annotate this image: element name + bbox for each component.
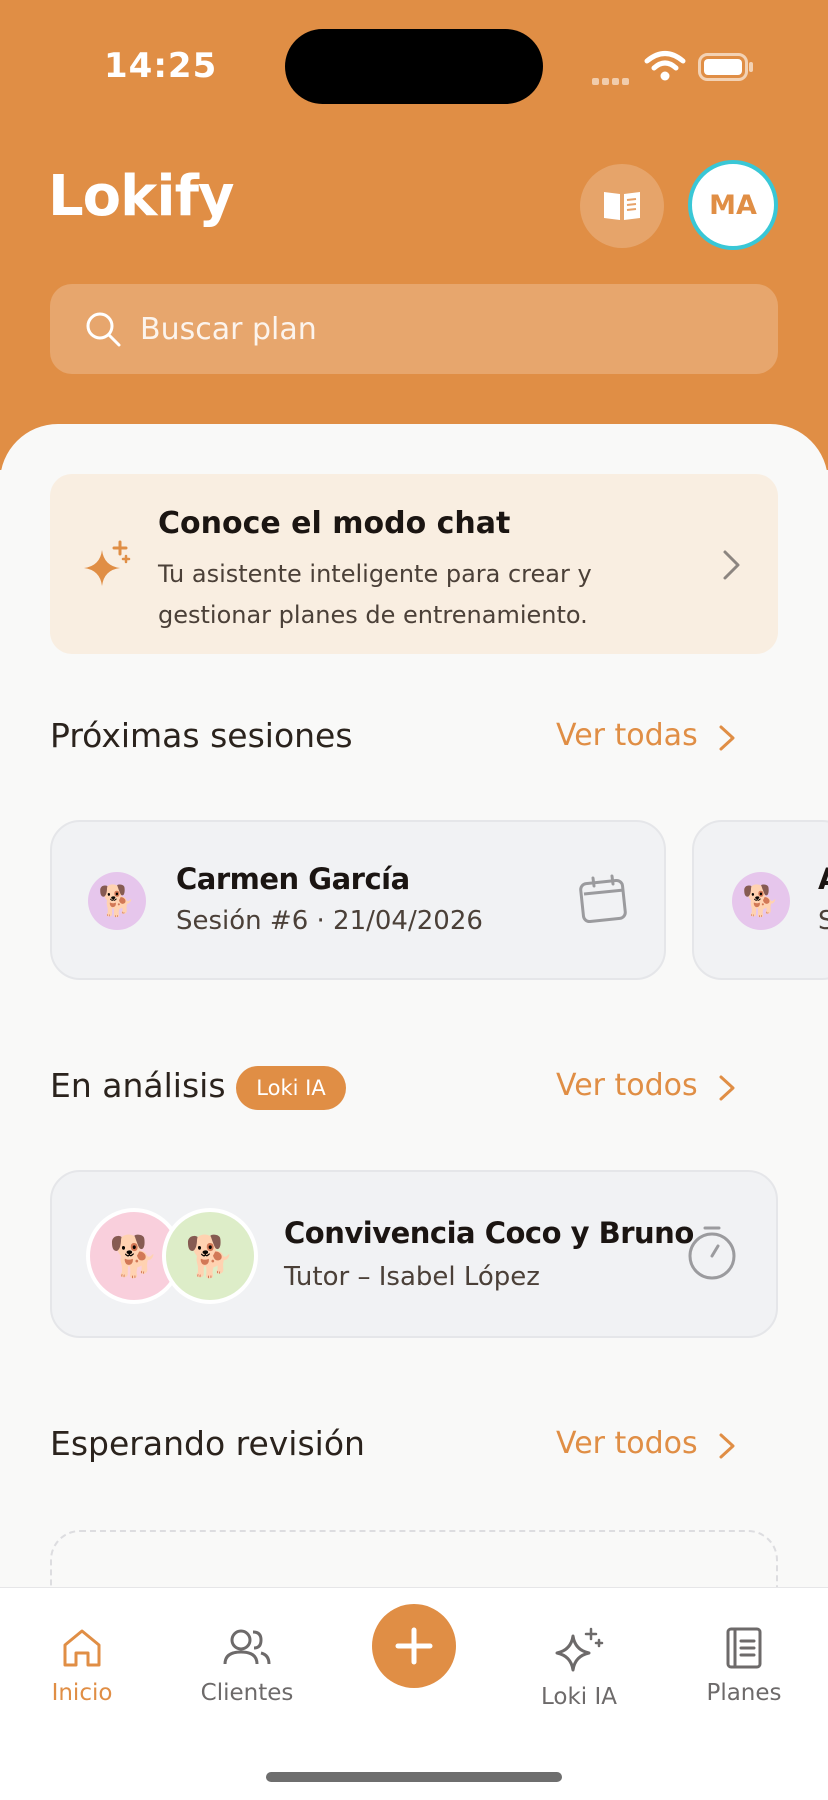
promo-title: Conoce el modo chat <box>158 506 511 541</box>
tab-planes[interactable]: Planes <box>669 1626 819 1706</box>
profile-avatar[interactable]: MA <box>688 160 778 250</box>
dog-icon: 🐕 <box>98 883 136 919</box>
see-all-analysis-link[interactable]: Ver todos <box>556 1068 698 1103</box>
tab-clientes[interactable]: Clientes <box>172 1626 322 1706</box>
chat-mode-promo-card[interactable]: Conoce el modo chat Tu asistente intelig… <box>50 474 778 654</box>
wifi-icon <box>644 51 686 81</box>
dog-icon: 🐕 <box>109 1233 159 1280</box>
search-placeholder: Buscar plan <box>140 312 317 347</box>
session-detail: Sesión #6 · 21/04/2026 <box>176 906 483 936</box>
session-card[interactable]: 🐕 A S <box>692 820 828 980</box>
chevron-right-icon[interactable] <box>714 722 740 754</box>
session-detail: S <box>818 906 828 936</box>
cellular-signal-icon <box>592 70 632 89</box>
pet-avatar: 🐕 <box>88 872 146 930</box>
dog-icon: 🐕 <box>742 883 780 919</box>
app-logo: Lokify <box>48 164 234 229</box>
see-all-review-link[interactable]: Ver todos <box>556 1426 698 1461</box>
analysis-card[interactable]: 🐕 🐕 Convivencia Coco y Bruno Tutor – Isa… <box>50 1170 778 1338</box>
add-button[interactable] <box>372 1604 456 1688</box>
status-time: 14:25 <box>104 46 218 86</box>
session-client-name: A <box>818 862 828 896</box>
battery-icon <box>698 53 753 81</box>
status-bar: 14:25 <box>0 0 828 130</box>
sparkles-icon <box>84 540 131 586</box>
plus-icon <box>395 1627 433 1665</box>
tab-label: Clientes <box>200 1680 294 1706</box>
pet-avatar: 🐕 <box>732 872 790 930</box>
calendar-icon <box>579 874 627 923</box>
awaiting-review-title: Esperando revisión <box>50 1424 365 1463</box>
loki-ia-badge: Loki IA <box>236 1066 346 1110</box>
analysis-title: En análisis <box>50 1066 226 1105</box>
header: 14:25 Lokify MA Buscar plan <box>0 0 828 470</box>
pet-avatar: 🐕 <box>162 1208 258 1304</box>
chevron-right-icon[interactable] <box>714 1072 740 1104</box>
tab-inicio[interactable]: Inicio <box>7 1626 157 1706</box>
analysis-plan-name: Convivencia Coco y Bruno <box>284 1216 694 1250</box>
tab-bar: Inicio Clientes Loki IA Planes <box>0 1587 828 1800</box>
guide-button[interactable] <box>580 164 664 248</box>
see-all-sessions-link[interactable]: Ver todas <box>556 718 698 753</box>
timer-icon <box>688 1226 736 1280</box>
analysis-plan-detail: Tutor – Isabel López <box>284 1262 540 1292</box>
chevron-right-icon[interactable] <box>714 1430 740 1462</box>
dynamic-island <box>285 29 543 104</box>
tab-label: Inicio <box>51 1680 113 1706</box>
sparkles-icon <box>555 1627 604 1672</box>
tab-label: Loki IA <box>540 1684 618 1710</box>
dog-icon: 🐕 <box>185 1233 235 1280</box>
upcoming-sessions-title: Próximas sesiones <box>50 716 353 755</box>
session-card[interactable]: 🐕 Carmen García Sesión #6 · 21/04/2026 <box>50 820 666 980</box>
search-icon <box>86 312 121 347</box>
tab-label: Planes <box>706 1680 782 1706</box>
home-icon <box>63 1629 101 1667</box>
home-indicator <box>266 1772 562 1782</box>
search-input[interactable]: Buscar plan <box>50 284 778 374</box>
chevron-right-icon <box>723 550 740 580</box>
document-icon <box>726 1627 762 1669</box>
users-icon <box>223 1629 271 1665</box>
tab-loki-ia[interactable]: Loki IA <box>504 1626 654 1710</box>
session-client-name: Carmen García <box>176 862 410 896</box>
promo-description: Tu asistente inteligente para crear y ge… <box>158 560 592 629</box>
book-icon <box>604 192 640 220</box>
